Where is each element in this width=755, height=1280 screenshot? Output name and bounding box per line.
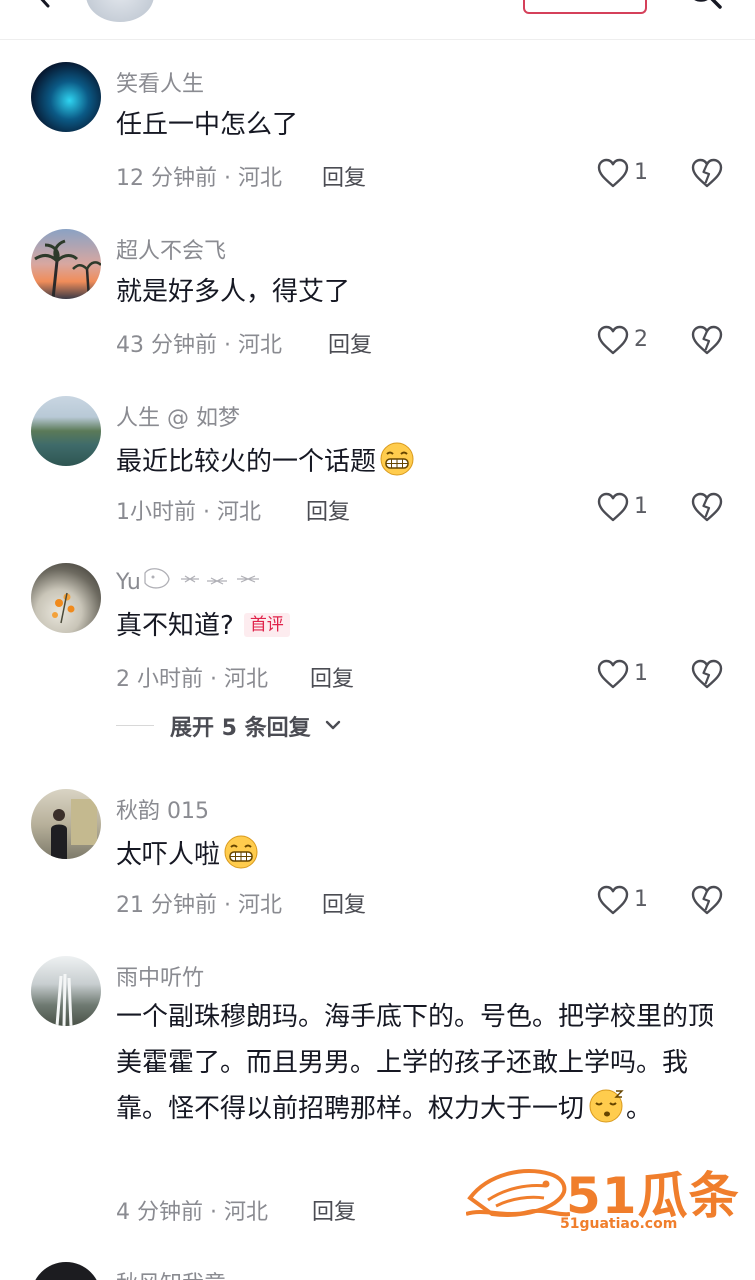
username[interactable]: 秋韵 015 [116, 793, 209, 825]
expand-replies-label[interactable]: 展开 5 条回复 [170, 710, 311, 742]
username[interactable]: Yu [116, 567, 273, 595]
like-icon[interactable] [596, 884, 630, 916]
dislike-icon[interactable] [690, 491, 724, 523]
username[interactable]: 超人不会飞 [116, 233, 226, 265]
like-icon[interactable] [596, 491, 630, 523]
dislike-icon[interactable] [690, 658, 724, 690]
back-icon[interactable] [30, 0, 56, 8]
comment-text: 真不知道? 首评 [116, 609, 290, 643]
comment-meta: 1小时前 · 河北 [116, 500, 261, 525]
reply-button[interactable]: 回复 [322, 160, 366, 192]
comment-meta: 12 分钟前 · 河北 [116, 166, 282, 191]
reply-button[interactable]: 回复 [312, 1194, 356, 1226]
comment-text-body: 太吓人啦 [116, 840, 221, 870]
avatar[interactable] [31, 789, 101, 859]
author-avatar[interactable] [86, 0, 154, 22]
reply-button[interactable]: 回复 [322, 887, 366, 919]
expand-divider [116, 725, 154, 726]
comment-meta: 2 小时前 · 河北 [116, 667, 268, 692]
fish-decoration-icon [144, 568, 259, 589]
follow-button[interactable] [523, 0, 647, 14]
comment-text: 任丘一中怎么了 [116, 110, 299, 140]
username[interactable]: 笑看人生 [116, 66, 204, 98]
username[interactable]: 秋风知我意 [116, 1266, 226, 1280]
search-icon[interactable] [688, 0, 724, 12]
avatar[interactable] [31, 62, 101, 132]
dislike-icon[interactable] [690, 324, 724, 356]
dislike-icon[interactable] [690, 157, 724, 189]
person-image [51, 799, 97, 859]
comment-text: 就是好多人，得艾了 [116, 277, 351, 307]
dislike-icon[interactable] [690, 884, 724, 916]
sleepy-emoji [589, 1089, 624, 1123]
comment-meta: 21 分钟前 · 河北 [116, 893, 282, 918]
palm-tree-image [34, 239, 101, 299]
username-text[interactable]: Yu [116, 570, 141, 595]
comment-text: 太吓人啦 [116, 835, 260, 872]
like-icon[interactable] [596, 658, 630, 690]
like-count: 1 [634, 494, 648, 519]
comment-text: 一个副珠穆朗玛。海手底下的。号色。把学校里的顶美霍霍了。而且男男。上学的孩子还敢… [116, 994, 716, 1132]
like-icon[interactable] [596, 157, 630, 189]
like-count: 2 [634, 327, 648, 352]
comment-text: 最近比较火的一个话题 [116, 442, 416, 479]
like-count: 1 [634, 887, 648, 912]
reply-button[interactable]: 回复 [306, 494, 350, 526]
username[interactable]: 人生 @ 如梦 [116, 400, 240, 432]
waterfall-image [55, 973, 73, 1026]
comment-text-body: 最近比较火的一个话题 [116, 447, 377, 477]
first-comment-badge: 首评 [243, 613, 290, 637]
like-count: 1 [634, 661, 648, 686]
watermark-subtitle: 51guatiao.com [560, 1216, 678, 1232]
avatar[interactable] [31, 956, 101, 1026]
flower-image [52, 592, 75, 624]
reply-button[interactable]: 回复 [328, 327, 372, 359]
grin-emoji [224, 835, 258, 869]
avatar[interactable] [31, 1262, 101, 1280]
top-bar [0, 0, 755, 40]
reply-button[interactable]: 回复 [310, 661, 354, 693]
grin-emoji [380, 442, 414, 476]
comment-meta: 4 分钟前 · 河北 [116, 1200, 268, 1225]
avatar[interactable] [31, 229, 101, 299]
comment-meta: 43 分钟前 · 河北 [116, 333, 282, 358]
avatar[interactable] [31, 563, 101, 633]
watermark-fish-logo [466, 1169, 570, 1217]
comment-text-body: 真不知道? [116, 611, 234, 641]
watermark: 51瓜条 51guatiao.com [466, 1160, 739, 1240]
like-count: 1 [634, 160, 648, 185]
avatar[interactable] [31, 396, 101, 466]
like-icon[interactable] [596, 324, 630, 356]
comment-text-tail: 。 [626, 1094, 653, 1124]
username[interactable]: 雨中听竹 [116, 960, 204, 992]
chevron-down-icon[interactable] [324, 716, 342, 734]
